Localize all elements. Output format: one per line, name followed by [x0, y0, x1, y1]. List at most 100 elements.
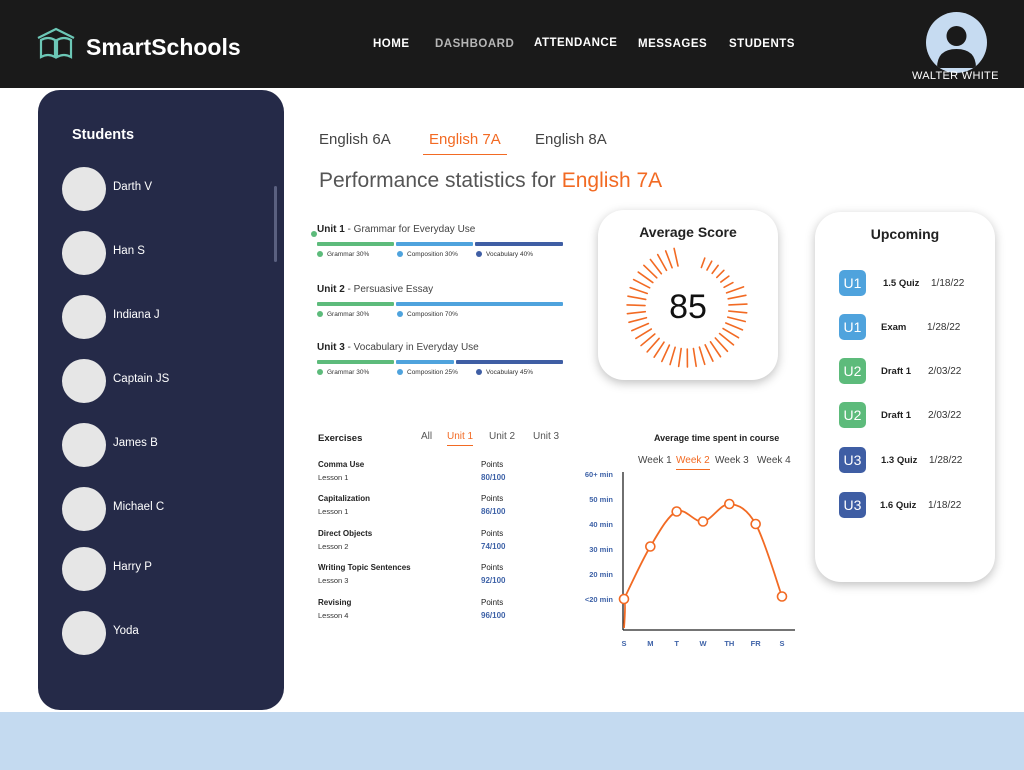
- upcoming-date: 1/18/22: [928, 500, 962, 511]
- exercise-name: Direct Objects: [318, 529, 373, 538]
- exercise-score: 86/100: [481, 507, 506, 516]
- student-item[interactable]: Harry P: [62, 547, 262, 591]
- exercise-tab-unit-3[interactable]: Unit 3: [533, 431, 559, 442]
- tab-english-6a[interactable]: English 6A: [319, 131, 391, 148]
- student-item[interactable]: Captain JS: [62, 359, 262, 403]
- unit-badge[interactable]: U3: [839, 447, 866, 473]
- student-item[interactable]: Darth V: [62, 167, 262, 211]
- exercise-row[interactable]: Comma Use Lesson 1 Points 80/100: [318, 460, 518, 490]
- unit-title: Unit 2 - Persuasive Essay: [317, 284, 563, 295]
- exercise-lesson: Lesson 1: [318, 473, 349, 482]
- upcoming-item[interactable]: U2 Draft 1 2/03/22: [839, 358, 979, 384]
- upcoming-date: 2/03/22: [928, 410, 962, 421]
- upcoming-item[interactable]: U1 Exam 1/28/22: [839, 314, 979, 340]
- unit-breakdown: Unit 2 - Persuasive Essay Grammar 30% Co…: [317, 284, 563, 323]
- week-tab-1[interactable]: Week 1: [638, 455, 672, 466]
- upcoming-item[interactable]: U3 1.6 Quiz 1/18/22: [839, 492, 979, 518]
- exercise-tab-all[interactable]: All: [421, 431, 432, 442]
- sidebar-scrollbar[interactable]: [274, 186, 277, 262]
- brand-name[interactable]: SmartSchools: [86, 34, 241, 61]
- gauge-tick: [704, 344, 714, 362]
- legend-dot-icon: [397, 251, 403, 257]
- student-item[interactable]: Indiana J: [62, 295, 262, 339]
- points-label: Points: [481, 563, 504, 572]
- legend-label: Grammar 30%: [327, 369, 370, 376]
- y-tick-label: 30 min: [589, 545, 613, 554]
- nav-attendance[interactable]: ATTENDANCE: [534, 37, 617, 49]
- y-tick-label: <20 min: [585, 595, 614, 604]
- exercise-score: 92/100: [481, 576, 506, 585]
- unit-badge[interactable]: U2: [839, 358, 866, 384]
- upcoming-title: Upcoming: [870, 226, 940, 242]
- gauge-tick: [714, 337, 729, 353]
- average-score-value: 85: [669, 288, 707, 326]
- data-point: [645, 541, 656, 552]
- exercise-tab-unit-1[interactable]: Unit 1: [447, 431, 474, 446]
- tab-english-7a[interactable]: English 7A: [423, 131, 507, 155]
- nav-students[interactable]: STUDENTS: [729, 38, 795, 50]
- upcoming-type: 1.6 Quiz: [880, 500, 917, 511]
- student-item[interactable]: Yoda: [62, 611, 262, 655]
- exercise-tab-unit-2[interactable]: Unit 2: [489, 431, 515, 442]
- data-point: [750, 518, 761, 530]
- unit-legend: Grammar 30% Composition 25% Vocabulary 4…: [317, 369, 563, 381]
- user-silhouette-icon: [937, 26, 976, 68]
- legend-label: Grammar 30%: [327, 311, 370, 318]
- unit-legend: Grammar 30% Composition 70%: [317, 311, 563, 323]
- week-tab-3[interactable]: Week 3: [715, 455, 749, 466]
- gauge-tick: [635, 328, 653, 340]
- student-avatar: [62, 611, 106, 655]
- user-name[interactable]: WALTER WHITE: [912, 70, 999, 82]
- week-tab-4[interactable]: Week 4: [757, 455, 791, 466]
- upcoming-item[interactable]: U2 Draft 1 2/03/22: [839, 402, 979, 428]
- gauge-tick: [706, 260, 713, 271]
- x-tick-label: S: [779, 639, 784, 648]
- student-item[interactable]: Michael C: [62, 487, 262, 531]
- gauge-tick: [632, 278, 651, 289]
- bar-segment-vocabulary: [475, 242, 563, 246]
- legend-item: Composition 25%: [397, 369, 458, 376]
- unit-name: - Persuasive Essay: [344, 284, 434, 295]
- student-item[interactable]: Han S: [62, 231, 262, 275]
- student-avatar: [62, 423, 106, 467]
- legend-dot-icon: [397, 369, 403, 375]
- upcoming-type: 1.5 Quiz: [883, 278, 920, 289]
- students-sidebar: Students Darth V Han S Indiana J Captain…: [38, 90, 284, 710]
- unit-breakdown: Unit 1 - Grammar for Everyday Use Gramma…: [317, 224, 563, 263]
- y-tick-label: 40 min: [589, 520, 613, 529]
- tab-english-8a[interactable]: English 8A: [535, 131, 607, 148]
- legend-item: Grammar 30%: [317, 311, 369, 318]
- gauge-tick: [640, 333, 656, 347]
- unit-badge[interactable]: U3: [839, 492, 866, 518]
- exercise-row[interactable]: Capitalization Lesson 1 Points 86/100: [318, 494, 518, 524]
- unit-weight-bar: [317, 302, 563, 306]
- gauge-tick: [711, 264, 719, 275]
- exercise-lesson: Lesson 2: [318, 542, 349, 551]
- exercise-row[interactable]: Direct Objects Lesson 2 Points 74/100: [318, 529, 518, 559]
- nav-dashboard[interactable]: DASHBOARD: [435, 38, 514, 50]
- user-avatar[interactable]: [926, 12, 987, 73]
- unit-badge[interactable]: U1: [839, 314, 866, 340]
- student-name: Captain JS: [113, 373, 170, 385]
- exercise-row[interactable]: Revising Lesson 4 Points 96/100: [318, 598, 518, 628]
- page-title-prefix: Performance statistics for: [319, 169, 556, 192]
- exercise-score: 96/100: [481, 611, 506, 620]
- legend-label: Composition 25%: [407, 369, 458, 376]
- unit-badge[interactable]: U2: [839, 402, 866, 428]
- unit-number: Unit 2: [317, 284, 345, 295]
- upcoming-type: Draft 1: [881, 410, 912, 421]
- unit-badge[interactable]: U1: [839, 270, 866, 296]
- nav-messages[interactable]: MESSAGES: [638, 38, 707, 50]
- unit-number: Unit 1: [317, 224, 345, 235]
- unit-breakdown: Unit 3 - Vocabulary in Everyday Use Gram…: [317, 342, 563, 381]
- upcoming-item[interactable]: U1 1.5 Quiz 1/18/22: [839, 270, 979, 296]
- legend-item: Composition 30%: [397, 251, 458, 258]
- legend-dot-icon: [476, 369, 482, 375]
- upcoming-item[interactable]: U3 1.3 Quiz 1/28/22: [839, 447, 979, 473]
- exercise-row[interactable]: Writing Topic Sentences Lesson 3 Points …: [318, 563, 518, 593]
- nav-home[interactable]: HOME: [373, 38, 410, 50]
- student-item[interactable]: James B: [62, 423, 262, 467]
- data-point: [724, 498, 735, 510]
- gauge-tick: [722, 327, 740, 339]
- bar-segment-grammar: [317, 242, 394, 246]
